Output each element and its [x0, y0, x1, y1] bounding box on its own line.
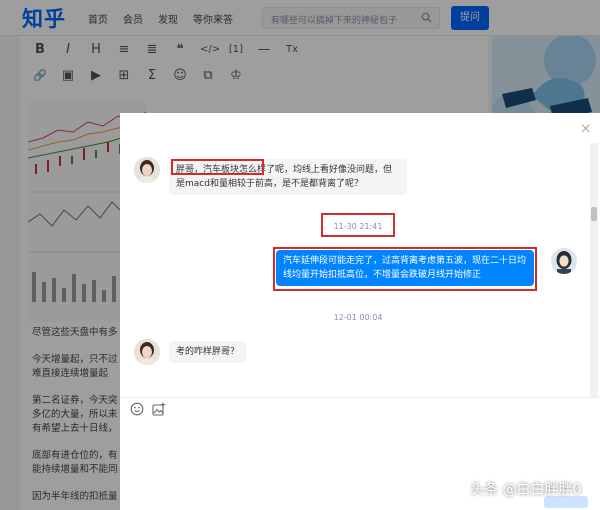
- timestamp: 12-01 00:04: [333, 313, 383, 322]
- smile-icon[interactable]: [130, 402, 144, 416]
- watermark: 头条 @白白胖胖0: [470, 482, 582, 498]
- highlight-box: [321, 213, 395, 237]
- message-list[interactable]: 胖哥，汽车板块怎么样了呢，均线上看好像没问题，但是macd和量相较于前高，是不是…: [120, 143, 590, 405]
- avatar[interactable]: [134, 157, 160, 183]
- scrollbar-thumb[interactable]: [591, 207, 597, 221]
- close-icon[interactable]: ×: [579, 119, 592, 137]
- message-bubble-incoming[interactable]: 考的咋样胖哥？: [169, 341, 247, 363]
- highlight-box: [273, 247, 537, 291]
- avatar-image: [134, 339, 160, 365]
- avatar-image: [134, 157, 160, 183]
- image-add-icon[interactable]: [152, 402, 166, 416]
- avatar[interactable]: [134, 339, 160, 365]
- highlight-box: [171, 159, 264, 175]
- avatar-image: [551, 248, 577, 274]
- private-message-dialog: × 胖哥，汽车板块怎么样了呢，均线上看好像没问题，但是macd和量相较于前高，是…: [120, 113, 600, 510]
- avatar[interactable]: [551, 248, 577, 274]
- message-scrollbar[interactable]: [590, 143, 598, 405]
